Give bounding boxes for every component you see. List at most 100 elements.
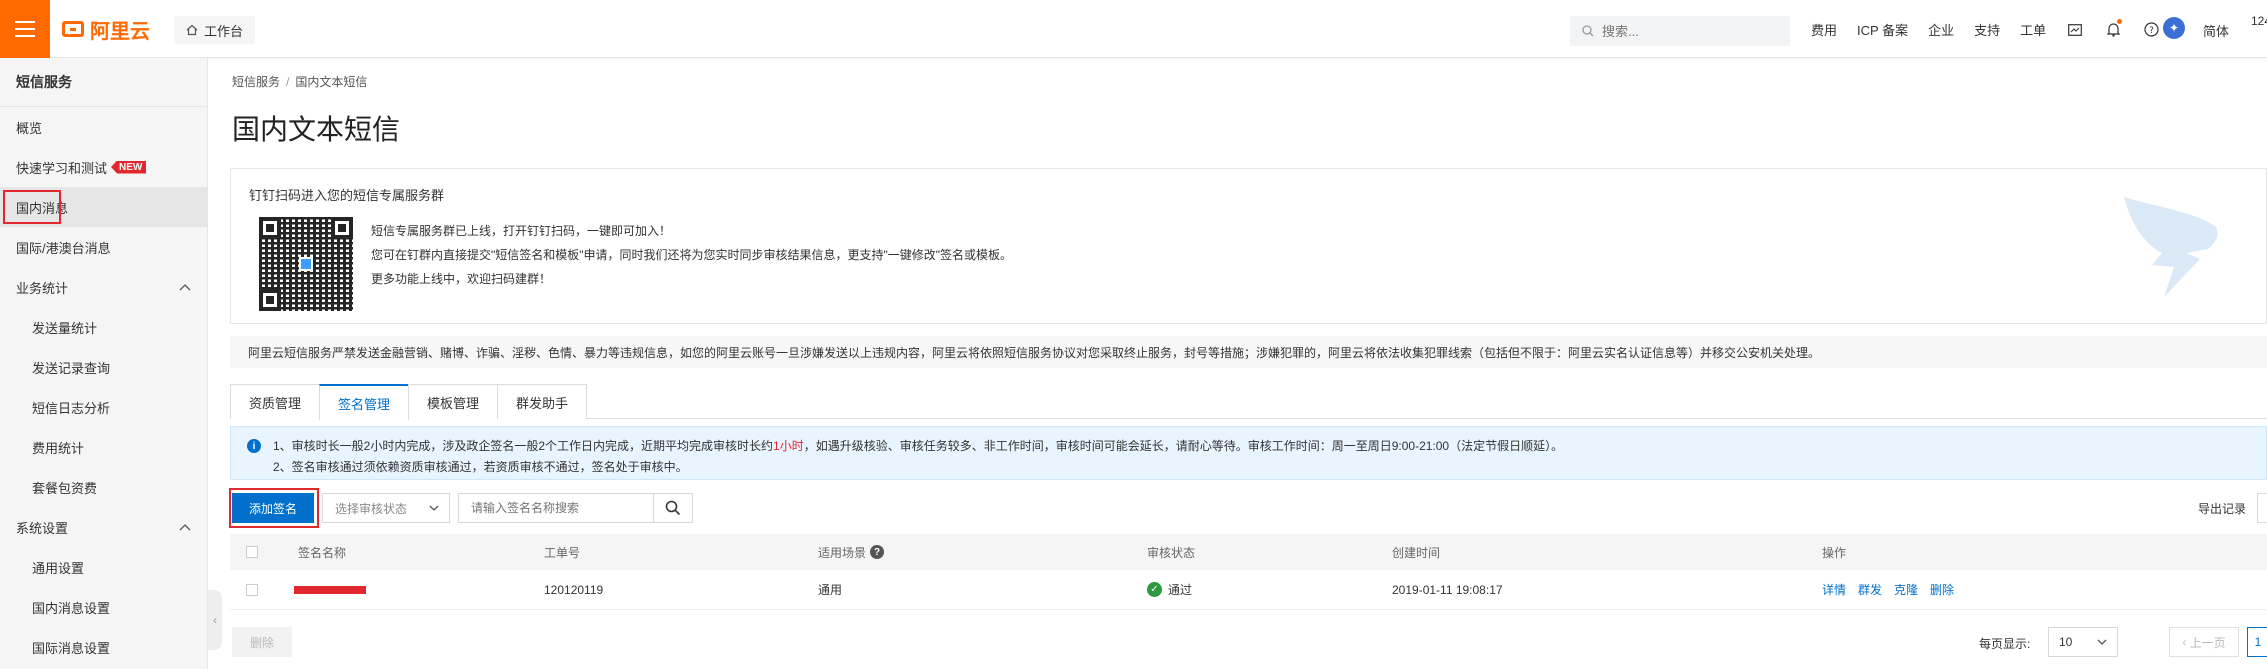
sidebar-item-overview[interactable]: 概览 [0,107,207,147]
sidebar-item-package[interactable]: 套餐包资费 [0,467,207,507]
nav-billing[interactable]: 费用 [1811,20,1837,39]
review-status-select[interactable]: 选择审核状态 [322,493,450,523]
breadcrumb-root[interactable]: 短信服务 [232,75,280,89]
nav-support[interactable]: 支持 [1974,20,2000,39]
page-size-value: 10 [2059,635,2073,649]
column-header-scene: 适用场景? [818,534,885,570]
signature-search-input[interactable] [471,501,641,515]
highlight-box [3,190,61,224]
breadcrumb-separator: / [286,75,290,89]
page-title: 国内文本短信 [232,114,401,145]
sidebar-item-label: 费用统计 [32,440,85,456]
sidebar-item-send-volume[interactable]: 发送量统计 [0,307,207,347]
search-button[interactable] [653,493,693,523]
select-all-checkbox[interactable] [246,546,258,558]
workbench-button[interactable]: 工作台 [174,16,256,44]
sidebar-item-label: 系统设置 [16,520,69,536]
review-notice: i 1、审核时长一般2小时内完成，涉及政企签名一般2个工作日内完成，近期平均完成… [230,426,2267,480]
sidebar-item-label: 业务统计 [16,280,69,296]
export-dropdown[interactable] [2257,493,2267,523]
help-icon[interactable]: ? [2142,21,2160,39]
sidebar-item-label: 国内消息设置 [32,600,111,616]
prev-page-button[interactable]: ‹ 上一页 [2169,627,2239,657]
info-icon: i [247,439,261,453]
page-number-button[interactable]: 1 [2247,627,2267,657]
aliyun-logo-icon [62,21,84,37]
sidebar-item-intl-settings[interactable]: 国际消息设置 [0,627,207,667]
delete-link[interactable]: 删除 [1930,581,1954,598]
sidebar-item-log-analysis[interactable]: 短信日志分析 [0,387,207,427]
details-link[interactable]: 详情 [1822,581,1846,598]
nav-enterprise[interactable]: 企业 [1928,20,1954,39]
sidebar-group-settings[interactable]: 系统设置 [0,507,207,547]
aliyun-logo[interactable]: 阿里云 [62,16,150,43]
bulk-send-link[interactable]: 群发 [1858,581,1882,598]
table-footer: 删除 每页显示: 10 ‹ 上一页 1 [230,618,2267,669]
scene: 通用 [818,583,843,597]
sidebar-item-cost-stats[interactable]: 费用统计 [0,427,207,467]
nav-ticket[interactable]: 工单 [2020,20,2046,39]
top-nav: 费用 ICP 备案 企业 支持 工单 ? [1811,18,2160,39]
bell-icon[interactable] [2104,18,2123,39]
top-search-input[interactable] [1602,23,1762,39]
breadcrumb: 短信服务 / 国内文本短信 [232,73,367,90]
sidebar-title: 短信服务 [0,58,207,107]
message-icon[interactable] [2066,21,2084,39]
notice-line-2: 2、签名审核通过须依赖资质审核通过，若资质审核不通过，签名处于审核中。 [273,460,688,474]
batch-delete-button[interactable]: 删除 [232,627,292,657]
notice-line-1: 1、审核时长一般2小时内完成，涉及政企签名一般2个工作日内完成，近期平均完成审核… [273,439,1564,453]
nav-icp[interactable]: ICP 备案 [1857,20,1908,39]
column-header: 工单号 [544,545,581,560]
column-header: 签名名称 [298,545,347,560]
tab-bulk-send[interactable]: 群发助手 [497,384,588,419]
created-time: 2019-01-11 19:08:17 [1392,582,1503,597]
tab-bar: 资质管理 签名管理 模板管理 群发助手 [230,384,2267,420]
toolbar: 添加签名 选择审核状态 导出记录 [229,488,2267,528]
language-switch[interactable]: 简体 [2203,21,2229,40]
search-icon [1582,25,1594,37]
sidebar-collapse-handle[interactable]: ‹ [208,590,222,650]
sidebar-group-stats[interactable]: 业务统计 [0,267,207,307]
tab-signature[interactable]: 签名管理 [319,384,410,420]
top-bar: 阿里云 工作台 费用 ICP 备案 企业 支持 工单 ? ✦ 简体 124 [0,0,2267,58]
menu-icon[interactable] [0,0,50,58]
export-records-button[interactable]: 导出记录 [2198,500,2246,517]
dingtalk-logo-icon [2124,197,2218,297]
sidebar-item-domestic-settings[interactable]: 国内消息设置 [0,587,207,627]
signature-name-redacted [294,570,366,609]
signature-search-box[interactable] [458,493,654,523]
home-icon [186,24,198,36]
table-row: 120120119 通用 ✓ 通过 2019-01-11 19:08:17 详情 … [230,570,2267,610]
sidebar-item-label: 快速学习和测试 [16,160,108,176]
workbench-label: 工作台 [204,23,244,39]
breadcrumb-current: 国内文本短信 [295,75,368,89]
tab-qualification[interactable]: 资质管理 [230,384,321,419]
user-avatar[interactable]: ✦ [2163,17,2185,39]
sidebar-item-domestic[interactable]: 国内消息 [0,187,207,227]
top-search-box[interactable] [1570,16,1790,46]
logo-text: 阿里云 [90,20,150,43]
account-name[interactable]: 124 [2251,14,2267,28]
qr-card-line: 您可在钉群内直接提交"短信签名和模板"申请，同时我们还将为您实时同步审核结果信息… [371,248,1013,262]
sidebar-item-send-records[interactable]: 发送记录查询 [0,347,207,387]
row-checkbox[interactable] [246,583,258,596]
tab-template[interactable]: 模板管理 [408,384,499,419]
header-select-all[interactable] [246,534,258,570]
sidebar-item-international[interactable]: 国际/港澳台消息 [0,227,207,267]
qr-card-text: 短信专属服务群已上线，打开钉钉扫码，一键即可加入！ 您可在钉群内直接提交"短信签… [371,219,1012,291]
table-header: 签名名称 工单号 适用场景? 审核状态 创建时间 操作 [230,534,2267,570]
sidebar-item-general-settings[interactable]: 通用设置 [0,547,207,587]
status-select-placeholder: 选择审核状态 [335,501,408,516]
sidebar-item-label: 发送量统计 [32,320,98,336]
help-icon[interactable]: ? [870,545,885,559]
order-number: 120120119 [544,582,604,597]
page-size-select[interactable]: 10 [2048,627,2118,657]
highlight-box [229,488,319,528]
sidebar-item-label: 短信日志分析 [32,400,111,416]
chevron-up-icon [179,284,191,291]
sidebar-item-quickstart[interactable]: 快速学习和测试 NEW [0,147,207,187]
row-select[interactable] [246,570,258,609]
page-size-label: 每页显示: [1979,637,2031,651]
sidebar-item-label: 国际/港澳台消息 [16,240,111,256]
clone-link[interactable]: 克隆 [1894,581,1918,598]
